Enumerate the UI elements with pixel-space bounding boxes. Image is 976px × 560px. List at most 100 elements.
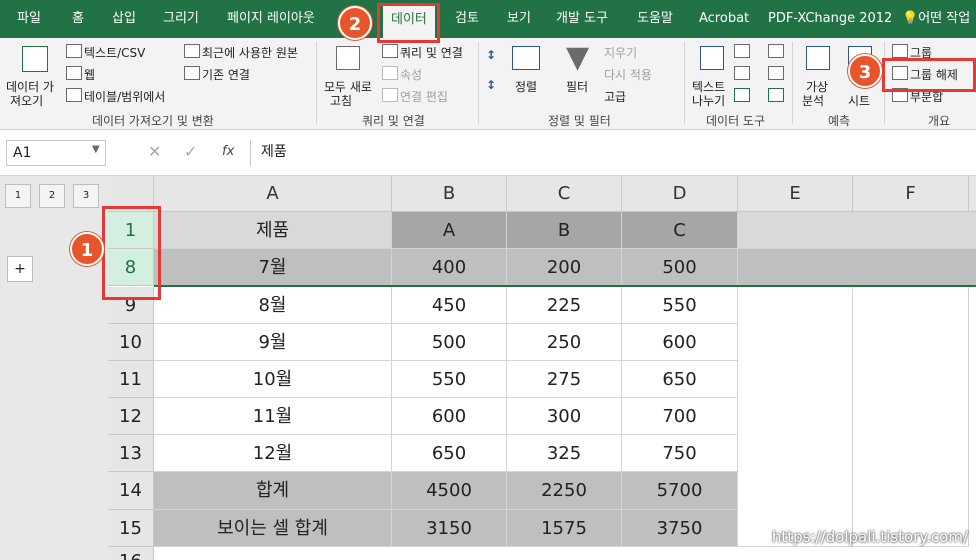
- lightbulb-icon: 💡: [902, 11, 919, 26]
- properties-button[interactable]: 속성: [400, 66, 422, 83]
- clear-filter-button[interactable]: 지우기: [604, 44, 637, 61]
- tab-insert[interactable]: 삽입: [112, 0, 136, 38]
- expand-group-button[interactable]: +: [7, 256, 33, 282]
- edit-links-button[interactable]: 연결 편집: [400, 88, 448, 105]
- from-text-csv-button[interactable]: 텍스트/CSV: [84, 44, 145, 61]
- cell-d9[interactable]: 550: [622, 287, 738, 324]
- tab-file[interactable]: 파일: [17, 0, 41, 38]
- tab-page-layout[interactable]: 페이지 레이아웃: [227, 0, 315, 38]
- cell-b15[interactable]: 3150: [392, 510, 507, 547]
- cell-a10[interactable]: 9월: [154, 324, 392, 361]
- formula-input[interactable]: 제품: [250, 140, 976, 166]
- cell-c15[interactable]: 1575: [507, 510, 622, 547]
- row-header-15[interactable]: 15: [108, 510, 154, 547]
- cell-c1[interactable]: B: [507, 212, 622, 249]
- sort-ascending-icon[interactable]: ↕: [486, 48, 496, 62]
- cell-b10[interactable]: 500: [392, 324, 507, 361]
- cell-a12[interactable]: 11월: [154, 398, 392, 435]
- relationships-icon[interactable]: [768, 66, 784, 80]
- cancel-icon[interactable]: ✕: [148, 142, 161, 161]
- cell-e9-e15[interactable]: [738, 287, 853, 547]
- row-header-13[interactable]: 13: [108, 435, 154, 472]
- column-header-g[interactable]: [969, 176, 976, 212]
- column-header-d[interactable]: D: [622, 176, 738, 212]
- column-header-c[interactable]: C: [507, 176, 622, 212]
- cell-a8[interactable]: 7월: [154, 249, 392, 286]
- tab-developer[interactable]: 개발 도구: [556, 0, 608, 38]
- row-header-16[interactable]: 16: [108, 547, 154, 560]
- cell-a15[interactable]: 보이는 셀 합계: [154, 510, 392, 547]
- cell-b11[interactable]: 550: [392, 361, 507, 398]
- cell-a13[interactable]: 12월: [154, 435, 392, 472]
- cell-c8[interactable]: 200: [507, 249, 622, 286]
- tab-help[interactable]: 도움말: [637, 0, 673, 38]
- cell-d10[interactable]: 600: [622, 324, 738, 361]
- tab-view[interactable]: 보기: [507, 0, 531, 38]
- cell-c10[interactable]: 250: [507, 324, 622, 361]
- advanced-filter-button[interactable]: 고급: [604, 88, 626, 105]
- existing-connections-button[interactable]: 기존 연결: [202, 66, 250, 83]
- sort-descending-icon[interactable]: ↕: [486, 78, 496, 92]
- consolidate-icon[interactable]: [768, 44, 784, 58]
- row-header-14[interactable]: 14: [108, 472, 154, 510]
- flash-fill-icon[interactable]: [734, 44, 750, 58]
- from-web-button[interactable]: 웹: [84, 66, 95, 83]
- from-table-range-button[interactable]: 테이블/범위에서: [84, 88, 165, 105]
- outline-level-1-button[interactable]: 1: [5, 184, 31, 208]
- cell-e8[interactable]: [738, 249, 976, 286]
- cell-d14[interactable]: 5700: [622, 472, 738, 510]
- cell-c9[interactable]: 225: [507, 287, 622, 324]
- remove-duplicates-icon[interactable]: [734, 66, 750, 80]
- data-model-icon[interactable]: [768, 88, 784, 102]
- tell-me-search[interactable]: 💡어떤 작업: [902, 0, 970, 38]
- forecast-sheet-button[interactable]: 시트: [848, 92, 870, 109]
- cell-a1[interactable]: 제품: [154, 212, 392, 249]
- tab-acrobat[interactable]: Acrobat: [699, 0, 749, 38]
- chevron-down-icon[interactable]: ▼: [92, 144, 100, 155]
- outline-level-2-button[interactable]: 2: [39, 184, 65, 208]
- queries-connections-button[interactable]: 쿼리 및 연결: [400, 44, 463, 61]
- cell-b13[interactable]: 650: [392, 435, 507, 472]
- tab-home[interactable]: 홈: [72, 0, 84, 38]
- cell-d15[interactable]: 3750: [622, 510, 738, 547]
- cell-b14[interactable]: 4500: [392, 472, 507, 510]
- column-header-a[interactable]: A: [154, 176, 392, 212]
- insert-function-button[interactable]: fx: [222, 144, 234, 159]
- cell-c12[interactable]: 300: [507, 398, 622, 435]
- enter-icon[interactable]: ✓: [184, 142, 197, 161]
- cell-d8[interactable]: 500: [622, 249, 738, 286]
- outline-level-3-button[interactable]: 3: [73, 184, 99, 208]
- row-header-11[interactable]: 11: [108, 361, 154, 398]
- cell-d13[interactable]: 750: [622, 435, 738, 472]
- recent-sources-button[interactable]: 최근에 사용한 원본: [202, 44, 298, 61]
- tab-draw[interactable]: 그리기: [163, 0, 199, 38]
- column-header-f[interactable]: F: [853, 176, 969, 212]
- reapply-button[interactable]: 다시 적용: [604, 66, 652, 83]
- data-validation-icon[interactable]: [734, 88, 750, 102]
- cell-d1[interactable]: C: [622, 212, 738, 249]
- row-header-10[interactable]: 10: [108, 324, 154, 361]
- cell-b12[interactable]: 600: [392, 398, 507, 435]
- column-header-e[interactable]: E: [738, 176, 853, 212]
- cell-e1[interactable]: [738, 212, 976, 249]
- cell-d11[interactable]: 650: [622, 361, 738, 398]
- cell-c14[interactable]: 2250: [507, 472, 622, 510]
- sort-button[interactable]: 정렬: [515, 78, 537, 95]
- name-box[interactable]: A1: [6, 140, 106, 166]
- cell-a14[interactable]: 합계: [154, 472, 392, 510]
- cell-b1[interactable]: A: [392, 212, 507, 249]
- cell-c13[interactable]: 325: [507, 435, 622, 472]
- tab-review[interactable]: 검토: [455, 0, 479, 38]
- highlight-rows-1-8: [102, 206, 161, 300]
- cell-a11[interactable]: 10월: [154, 361, 392, 398]
- column-header-b[interactable]: B: [392, 176, 507, 212]
- cell-a9[interactable]: 8월: [154, 287, 392, 324]
- cell-d12[interactable]: 700: [622, 398, 738, 435]
- cell-c11[interactable]: 275: [507, 361, 622, 398]
- row-header-12[interactable]: 12: [108, 398, 154, 435]
- filter-button[interactable]: 필터: [566, 78, 588, 95]
- cell-f9-f15[interactable]: [853, 287, 969, 547]
- tab-pdf-xchange[interactable]: PDF-XChange 2012: [768, 0, 892, 38]
- cell-b9[interactable]: 450: [392, 287, 507, 324]
- cell-b8[interactable]: 400: [392, 249, 507, 286]
